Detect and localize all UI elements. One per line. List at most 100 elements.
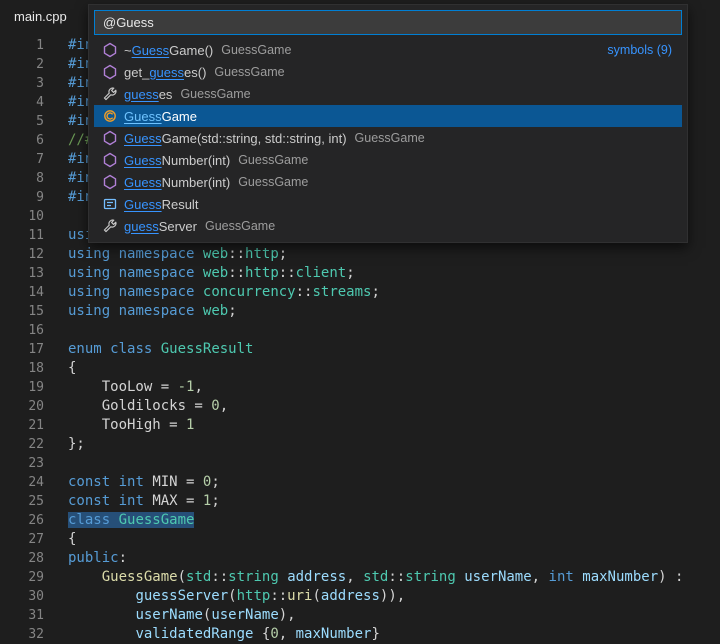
code-line[interactable]: 18 { [0,359,720,378]
quickopen-list: ~GuessGame()GuessGamesymbols (9)get_gues… [94,39,682,237]
code-line[interactable]: 17 enum class GuessResult [0,340,720,359]
code-line[interactable]: 19 TooLow = -1, [0,378,720,397]
code-text: TooHigh = 1 [68,416,194,435]
line-number: 20 [0,397,44,416]
quickopen-item[interactable]: GuessNumber(int)GuessGame [94,171,682,193]
code-line[interactable]: 26class GuessGame [0,511,720,530]
line-number: 17 [0,340,44,359]
property-icon [102,86,118,102]
code-line[interactable]: 20 Goldilocks = 0, [0,397,720,416]
line-number: 30 [0,587,44,606]
line-number: 4 [0,93,44,112]
code-text: using namespace web; [68,302,237,321]
line-number: 22 [0,435,44,454]
quickopen-item[interactable]: GuessNumber(int) GuessGame [94,149,682,171]
code-line[interactable]: 32 validatedRange {0, maxNumber} [0,625,720,644]
line-number: 9 [0,188,44,207]
line-number: 3 [0,74,44,93]
line-number: 24 [0,473,44,492]
line-number: 27 [0,530,44,549]
code-text: Goldilocks = 0, [68,397,228,416]
code-text: guessServer(http::uri(address)), [68,587,405,606]
symbol-label: GuessNumber(int) [124,153,230,168]
line-number: 7 [0,150,44,169]
code-text: using namespace web::http; [68,245,287,264]
code-line[interactable]: 22}; [0,435,720,454]
code-line[interactable]: 23 [0,454,720,473]
quickopen-panel: ~GuessGame()GuessGamesymbols (9)get_gues… [88,4,688,243]
symbol-label: GuessGame(std::string, std::string, int) [124,131,347,146]
quickopen-item[interactable]: GuessResult [94,193,682,215]
code-text: { [68,359,76,378]
line-number: 1 [0,36,44,55]
code-line[interactable]: 13using namespace web::http::client; [0,264,720,283]
code-text: userName(userName), [68,606,296,625]
code-text: using namespace concurrency::streams; [68,283,380,302]
line-number: 31 [0,606,44,625]
method-icon [102,152,118,168]
code-line[interactable]: 29 GuessGame(std::string address, std::s… [0,568,720,587]
line-number: 8 [0,169,44,188]
line-number: 11 [0,226,44,245]
code-text: enum class GuessResult [68,340,253,359]
code-line[interactable]: 31 userName(userName), [0,606,720,625]
method-icon [102,130,118,146]
code-text: GuessGame(std::string address, std::stri… [68,568,683,587]
symbols-count-badge: symbols (9) [607,43,672,57]
symbol-container-label: GuessGame [221,43,291,57]
quickopen-input[interactable] [94,10,682,35]
code-text: { [68,530,76,549]
symbol-container-label: GuessGame [180,87,250,101]
quickopen-item[interactable]: guesses GuessGame [94,83,682,105]
quickopen-item[interactable]: get_guesses()GuessGame [94,61,682,83]
code-line[interactable]: 30 guessServer(http::uri(address)), [0,587,720,606]
symbol-label: guesses [124,87,172,102]
class-icon [102,108,118,124]
line-number: 5 [0,112,44,131]
quickopen-item[interactable]: ~GuessGame()GuessGamesymbols (9) [94,39,682,61]
code-text: TooLow = -1, [68,378,203,397]
code-line[interactable]: 15 using namespace web; [0,302,720,321]
method-icon [102,42,118,58]
line-number: 15 [0,302,44,321]
symbol-label: GuessResult [124,197,198,212]
code-line[interactable]: 27 { [0,530,720,549]
code-line[interactable]: 24const int MIN = 0; [0,473,720,492]
line-number: 28 [0,549,44,568]
line-number: 13 [0,264,44,283]
symbol-label: GuessNumber(int) [124,175,230,190]
line-number: 19 [0,378,44,397]
property-icon [102,218,118,234]
line-number: 10 [0,207,44,226]
tab-main-cpp[interactable]: main.cpp [14,9,67,24]
symbol-container-label: GuessGame [238,153,308,167]
method-icon [102,64,118,80]
code-text: validatedRange {0, maxNumber} [68,625,380,644]
code-line[interactable]: 12 using namespace web::http; [0,245,720,264]
code-line[interactable]: 16 [0,321,720,340]
line-number: 6 [0,131,44,150]
code-line[interactable]: 14 using namespace concurrency::streams; [0,283,720,302]
symbol-container-label: GuessGame [205,219,275,233]
line-number: 29 [0,568,44,587]
symbol-container-label: GuessGame [214,65,284,79]
quickopen-item[interactable]: guessServerGuessGame [94,215,682,237]
quickopen-item[interactable]: GuessGame [94,105,682,127]
symbol-container-label: GuessGame [355,131,425,145]
line-number: 12 [0,245,44,264]
quickopen-item[interactable]: GuessGame(std::string, std::string, int)… [94,127,682,149]
line-number: 26 [0,511,44,530]
line-number: 16 [0,321,44,340]
code-line[interactable]: 28 public: [0,549,720,568]
line-number: 25 [0,492,44,511]
line-number: 18 [0,359,44,378]
code-line[interactable]: 25const int MAX = 1; [0,492,720,511]
symbol-label: GuessGame [124,109,197,124]
code-line[interactable]: 21 TooHigh = 1 [0,416,720,435]
code-text: public: [68,549,127,568]
line-number: 23 [0,454,44,473]
enum-icon [102,196,118,212]
line-number: 14 [0,283,44,302]
line-number: 32 [0,625,44,644]
code-text: }; [68,435,85,454]
